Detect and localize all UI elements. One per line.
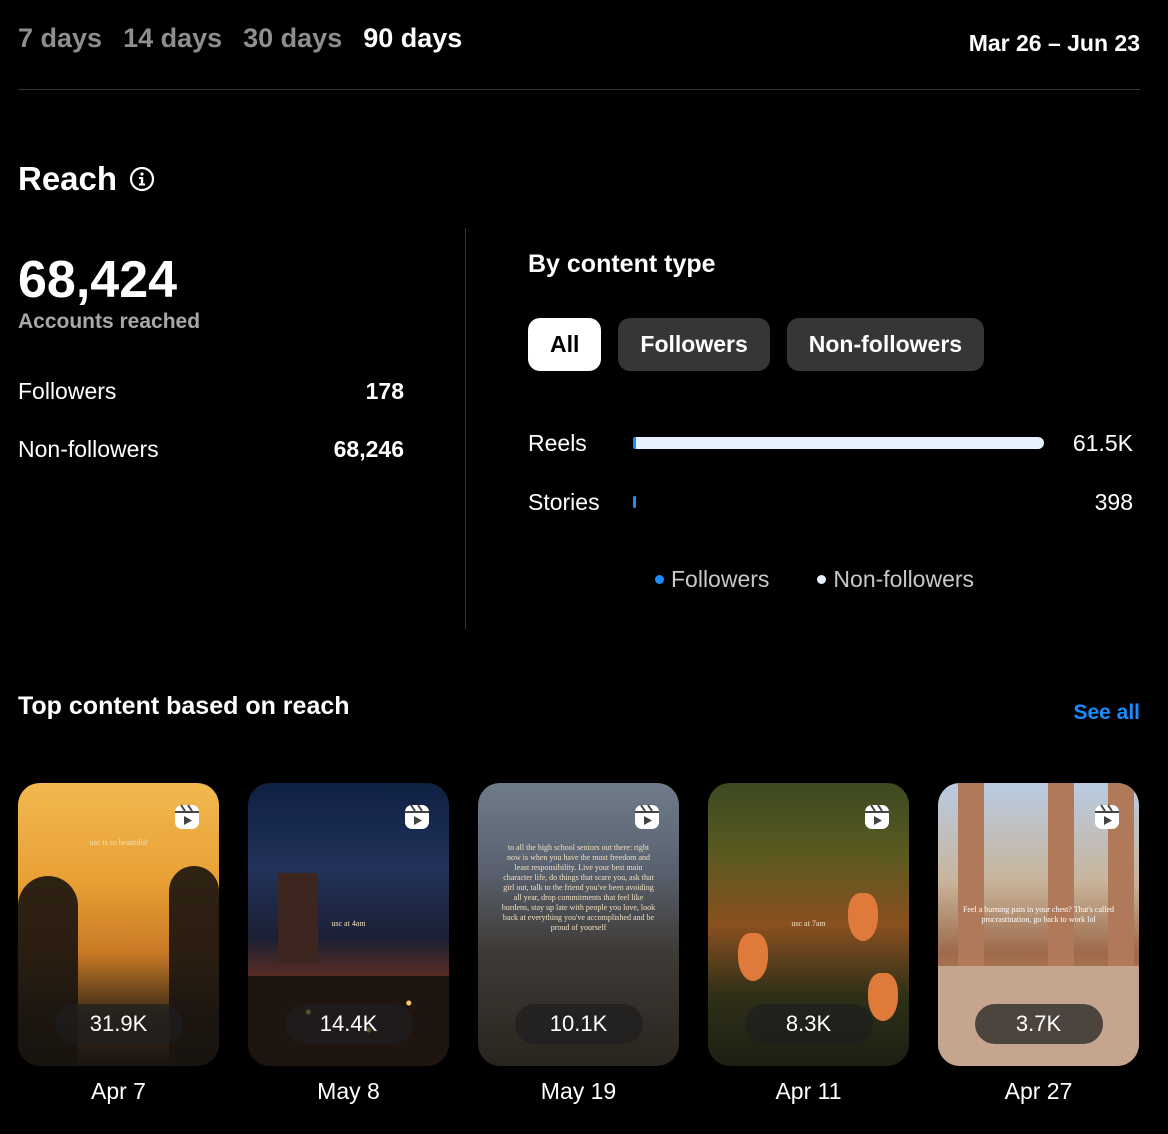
reel-icon [865, 804, 889, 829]
thumbnail-caption: usc is so beautiful [89, 838, 148, 847]
followers-stat-row: Followers 178 [18, 378, 404, 405]
content-date: Apr 11 [775, 1078, 842, 1104]
stories-label: Stories [528, 489, 600, 515]
content-filter-row: All Followers Non-followers [528, 318, 985, 371]
reel-icon [405, 804, 429, 829]
reach-count-badge: 31.9K [54, 1004, 183, 1044]
filter-nonfollowers-button[interactable]: Non-followers [786, 318, 985, 371]
date-range-tabs: 7 days 14 days 30 days 90 days [18, 20, 462, 56]
filter-all-button[interactable]: All [528, 318, 602, 371]
info-icon[interactable] [129, 166, 155, 192]
tab-90-days[interactable]: 90 days [363, 20, 462, 56]
followers-stat-label: Followers [18, 378, 117, 404]
legend-followers: Followers [655, 566, 769, 593]
by-content-type-title: By content type [528, 250, 716, 278]
reach-count-badge: 3.7K [974, 1004, 1103, 1044]
top-divider [18, 89, 1140, 90]
stories-value: 398 [1094, 489, 1133, 515]
content-date: Apr 27 [1004, 1078, 1073, 1104]
top-content-title: Top content based on reach [18, 692, 350, 720]
content-date: May 8 [317, 1078, 380, 1104]
legend-followers-label: Followers [671, 566, 770, 592]
reel-icon [635, 804, 659, 829]
accounts-reached-total: 68,424 [18, 251, 178, 309]
section-divider [465, 228, 466, 629]
accounts-reached-label: Accounts reached [18, 310, 201, 333]
bar-legend: Followers Non-followers [655, 566, 974, 593]
content-item: usc is so beautiful 31.9K Apr 7 [18, 783, 219, 1105]
date-range-label: Mar 26 – Jun 23 [968, 30, 1140, 56]
tab-14-days[interactable]: 14 days [123, 20, 222, 56]
content-item: usc at 7am 8.3K Apr 11 [708, 783, 909, 1105]
stories-followers-segment [633, 496, 636, 508]
followers-stat-value: 178 [365, 378, 404, 404]
content-thumbnail[interactable]: usc is so beautiful 31.9K [18, 783, 219, 1066]
content-item: to all the high school seniors out there… [478, 783, 679, 1105]
nonfollowers-stat-row: Non-followers 68,246 [18, 436, 404, 463]
thumbnail-caption: to all the high school seniors out there… [501, 843, 656, 932]
filter-followers-button[interactable]: Followers [618, 318, 770, 371]
content-date: Apr 7 [91, 1078, 146, 1104]
stories-bar-row: Stories 398 [528, 487, 1133, 517]
content-thumbnail[interactable]: usc at 4am 14.4K [248, 783, 449, 1066]
reels-nonfollowers-segment [636, 437, 1044, 449]
thumbnail-caption: usc at 4am [331, 919, 366, 928]
legend-nonfollowers: Non-followers [817, 566, 974, 593]
reels-bar [633, 437, 1044, 449]
reels-label: Reels [528, 430, 587, 456]
thumbnail-caption: usc at 7am [791, 919, 826, 928]
followers-dot-icon [655, 575, 664, 584]
reels-value: 61.5K [1072, 430, 1133, 456]
nonfollowers-dot-icon [817, 575, 827, 584]
top-content-list: usc is so beautiful 31.9K Apr 7 usc at 4… [18, 783, 1139, 1105]
reels-bar-row: Reels 61.5K [528, 428, 1133, 458]
content-date: May 19 [540, 1078, 617, 1104]
content-item: Feel a burning pain in your chest? That'… [938, 783, 1139, 1105]
nonfollowers-stat-label: Non-followers [18, 436, 159, 462]
stories-bar [633, 496, 1044, 508]
reach-count-badge: 8.3K [744, 1004, 873, 1044]
tab-30-days[interactable]: 30 days [243, 20, 342, 56]
reach-title: Reach [18, 160, 118, 197]
reel-icon [175, 804, 199, 829]
reel-icon [1095, 804, 1119, 829]
reach-count-badge: 14.4K [284, 1004, 413, 1044]
nonfollowers-stat-value: 68,246 [333, 436, 404, 462]
content-thumbnail[interactable]: Feel a burning pain in your chest? That'… [938, 783, 1139, 1066]
content-thumbnail[interactable]: usc at 7am 8.3K [708, 783, 909, 1066]
legend-nonfollowers-label: Non-followers [833, 566, 975, 592]
thumbnail-caption: Feel a burning pain in your chest? That'… [962, 905, 1115, 924]
tab-7-days[interactable]: 7 days [18, 20, 102, 56]
content-item: usc at 4am 14.4K May 8 [248, 783, 449, 1105]
see-all-link[interactable]: See all [1073, 701, 1140, 725]
reach-heading: Reach [18, 160, 155, 198]
reach-count-badge: 10.1K [514, 1004, 643, 1044]
content-thumbnail[interactable]: to all the high school seniors out there… [478, 783, 679, 1066]
